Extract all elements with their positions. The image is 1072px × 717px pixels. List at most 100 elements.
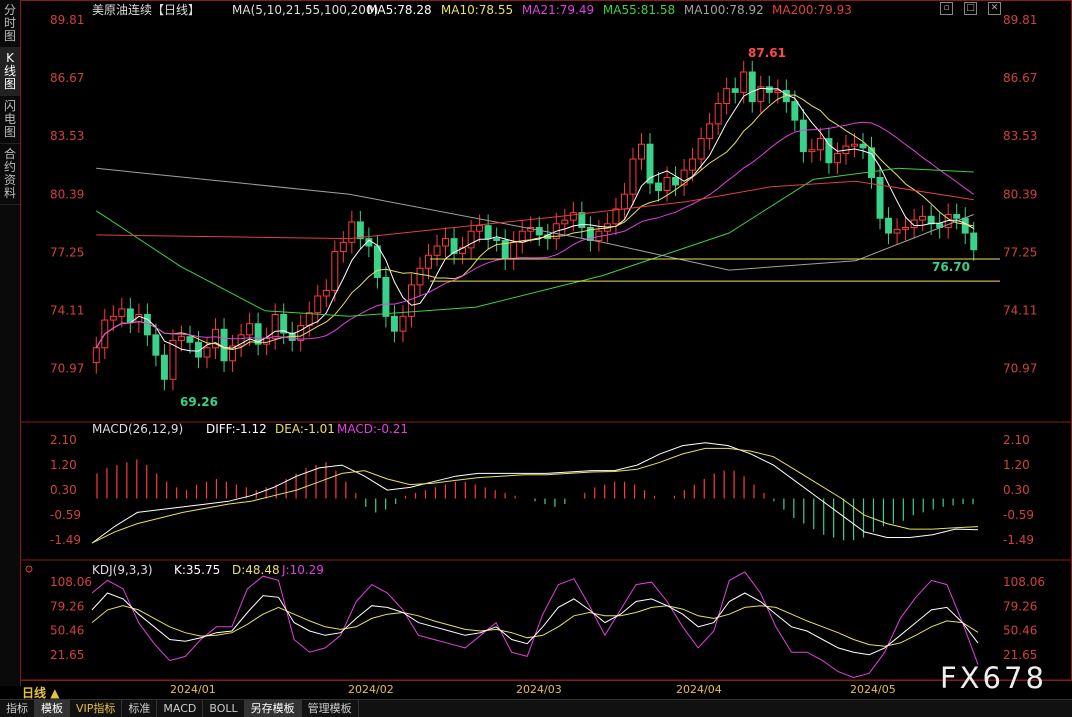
ma-label: MA(5,10,21,55,100,200) bbox=[232, 3, 378, 17]
x-axis-label: 2024/01 bbox=[170, 683, 216, 696]
macd-tick-left: 0.30 bbox=[50, 483, 77, 497]
bottom-tab-3[interactable]: 标准 bbox=[122, 700, 158, 717]
sidebar-tab-2[interactable]: 闪电图 bbox=[0, 96, 20, 144]
candle bbox=[638, 143, 645, 160]
macd-tick-right: 2.10 bbox=[1003, 433, 1030, 447]
price-tick-right: 77.25 bbox=[1003, 245, 1037, 259]
close-icon[interactable]: ✕ bbox=[988, 2, 1001, 15]
candle bbox=[765, 86, 773, 93]
sidebar-tab-1[interactable]: K线图 bbox=[0, 48, 20, 96]
candle bbox=[203, 347, 211, 358]
x-axis-label: 2024/02 bbox=[348, 683, 394, 696]
price-tick-left: 86.67 bbox=[50, 71, 84, 85]
candle bbox=[561, 219, 569, 225]
kdj-tick-left: 50.46 bbox=[50, 624, 84, 638]
candle bbox=[246, 323, 254, 336]
low-annotation: 69.26 bbox=[180, 395, 218, 409]
price-tick-right: 80.39 bbox=[1003, 187, 1037, 201]
kdj-tick-left: 21.65 bbox=[50, 648, 84, 662]
ma-value-0: MA5:78.28 bbox=[367, 3, 432, 17]
price-tick-left: 83.53 bbox=[50, 129, 84, 143]
bottom-tab-4[interactable]: MACD bbox=[157, 700, 204, 717]
ma21-line bbox=[95, 121, 974, 349]
macd-tick-right: 0.30 bbox=[1003, 483, 1030, 497]
candle bbox=[799, 119, 807, 153]
macd-tick-right: 1.20 bbox=[1003, 458, 1030, 472]
candle bbox=[672, 177, 680, 186]
candle bbox=[850, 143, 858, 147]
kdj-title: KDJ(9,3,3) bbox=[92, 563, 153, 577]
candle bbox=[425, 254, 432, 269]
ma-value-4: MA100:78.92 bbox=[684, 3, 764, 17]
candle bbox=[186, 336, 194, 343]
candle bbox=[535, 226, 543, 236]
bottom-tab-7[interactable]: 管理模板 bbox=[302, 700, 359, 717]
candle bbox=[706, 123, 714, 140]
candle bbox=[680, 169, 688, 186]
candle bbox=[620, 193, 628, 210]
maximize-icon[interactable]: □ bbox=[964, 2, 977, 15]
bottom-tab-2[interactable]: VIP指标 bbox=[70, 700, 123, 717]
candle bbox=[731, 88, 739, 93]
chart-area: 89.81 89.81 86.67 86.67 83.53 83.53 80.39 80.39… bbox=[20, 0, 1072, 696]
macd-tick-right: -1.49 bbox=[1003, 533, 1034, 547]
macd-diff-line bbox=[91, 442, 979, 544]
price-tick-right: 89.81 bbox=[1003, 13, 1037, 27]
candle bbox=[126, 308, 134, 323]
candle bbox=[484, 225, 492, 240]
bottom-tab-5[interactable]: BOLL bbox=[203, 700, 245, 717]
candle bbox=[373, 245, 381, 278]
bottom-tab-0[interactable]: 指标 bbox=[0, 700, 35, 717]
sidebar: 分时图K线图闪电图合约资料 bbox=[0, 0, 21, 686]
candle bbox=[970, 232, 978, 251]
price-tick-left: 77.25 bbox=[50, 245, 84, 259]
low-annotation: 76.70 bbox=[932, 260, 970, 274]
kdj-j-line bbox=[91, 571, 979, 679]
sidebar-tab-3[interactable]: 合约资料 bbox=[0, 144, 20, 205]
candle bbox=[714, 102, 722, 125]
kdj-k: K:35.75 bbox=[174, 563, 220, 577]
candle bbox=[280, 313, 288, 334]
candle bbox=[109, 315, 117, 321]
candle bbox=[689, 158, 697, 171]
kdj-tick-right: 50.46 bbox=[1003, 624, 1037, 638]
candle bbox=[510, 241, 518, 260]
candle bbox=[331, 251, 339, 291]
candle bbox=[339, 241, 347, 253]
ma-value-1: MA10:78.55 bbox=[441, 3, 513, 17]
bottom-tab-6[interactable]: 另存模板 bbox=[244, 700, 302, 717]
candle bbox=[833, 152, 841, 164]
price-tick-right: 83.53 bbox=[1003, 129, 1037, 143]
bottom-tab-1[interactable]: 模板 bbox=[35, 700, 70, 717]
candle bbox=[885, 217, 893, 234]
price-tick-left: 70.97 bbox=[50, 362, 84, 376]
candle bbox=[927, 215, 935, 225]
candle bbox=[322, 289, 330, 297]
kdj-tick-left: 108.06 bbox=[50, 575, 92, 589]
candle bbox=[356, 221, 364, 240]
candle bbox=[348, 221, 356, 243]
candle bbox=[92, 347, 100, 364]
ma-value-2: MA21:79.49 bbox=[522, 3, 594, 17]
sidebar-tab-0[interactable]: 分时图 bbox=[0, 0, 20, 48]
candle bbox=[663, 177, 671, 191]
kdj-k-line bbox=[91, 592, 979, 656]
ma-value-5: MA200:79.93 bbox=[772, 3, 852, 17]
ma10-line bbox=[95, 94, 974, 351]
candle bbox=[569, 212, 577, 221]
x-axis-label: 2024/03 bbox=[516, 683, 562, 696]
kdj-d-line bbox=[91, 605, 979, 647]
candle bbox=[697, 138, 705, 160]
ma55-line bbox=[96, 167, 974, 317]
chart-title: 美原油连续【日线】 bbox=[92, 2, 200, 17]
kdj-tick-right: 21.65 bbox=[1003, 648, 1037, 662]
candle bbox=[919, 215, 927, 221]
candle bbox=[808, 149, 816, 153]
candle bbox=[876, 177, 884, 219]
macd-diff: DIFF:-1.12 bbox=[206, 422, 267, 436]
candle bbox=[399, 315, 407, 332]
macd-value: MACD:-0.21 bbox=[337, 422, 408, 436]
price-tick-left: 89.81 bbox=[50, 13, 84, 27]
high-annotation: 87.61 bbox=[748, 46, 786, 60]
chart-settings-icon[interactable]: ▫ bbox=[940, 2, 953, 15]
